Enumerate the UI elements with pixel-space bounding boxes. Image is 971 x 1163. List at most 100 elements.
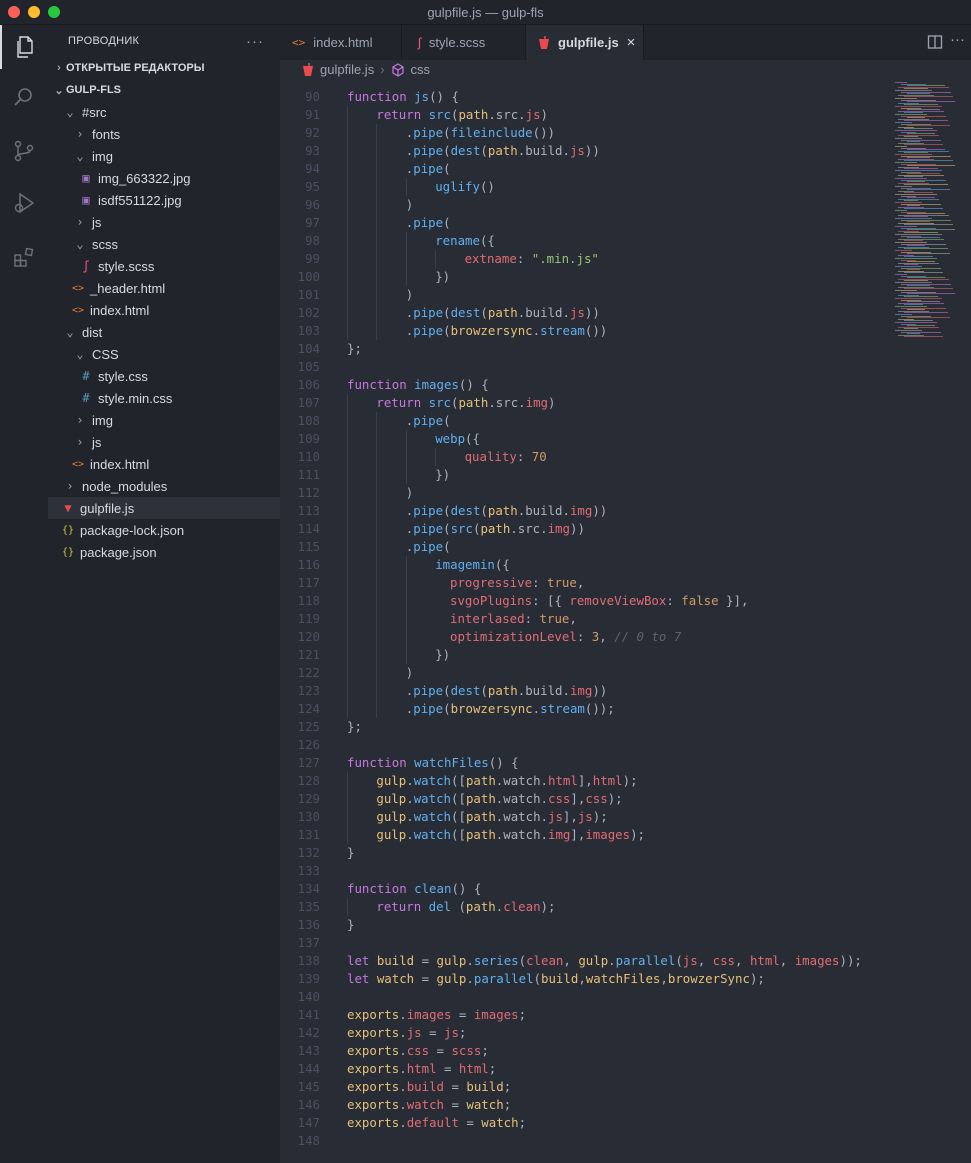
code-line[interactable]: 113 .pipe(dest(path.build.img)) [280,502,891,520]
code-line[interactable]: 120 optimizationLevel: 3, // 0 to 7 [280,628,891,646]
code-line[interactable]: 93 .pipe(dest(path.build.js)) [280,142,891,160]
code-line[interactable]: 143 exports.css = scss; [280,1042,891,1060]
tree-file[interactable]: <> index.html [48,453,280,475]
code-line[interactable]: 102 .pipe(dest(path.build.js)) [280,304,891,322]
code-line[interactable]: 91 return src(path.src.js) [280,106,891,124]
code-line[interactable]: 97 .pipe( [280,214,891,232]
code-line[interactable]: 138 let build = gulp.series(clean, gulp.p… [280,952,891,970]
tree-file[interactable]: {} package.json [48,541,280,563]
code-line[interactable]: 119 interlased: true, [280,610,891,628]
code-line[interactable]: 125}; [280,718,891,736]
code-line[interactable]: 136} [280,916,891,934]
code-line[interactable]: 99 extname: ".min.js" [280,250,891,268]
code-token: = [414,953,437,968]
more-actions-icon[interactable]: ··· [950,31,965,48]
code-line[interactable]: 96) [280,196,891,214]
tree-folder[interactable]: › node_modules [48,475,280,497]
code-line[interactable]: 95 uglify() [280,178,891,196]
code-line[interactable]: 118 svgoPlugins: [{ removeViewBox: false … [280,592,891,610]
code-line[interactable]: 94 .pipe( [280,160,891,178]
code-line[interactable]: 133 [280,862,891,880]
code-line[interactable]: 131 gulp.watch([path.watch.img],images); [280,826,891,844]
tree-file[interactable]: <> index.html [48,299,280,321]
search-icon[interactable] [0,75,48,119]
tab-gulpfile-js[interactable]: gulpfile.js × [526,25,644,60]
code-line[interactable]: 123 .pipe(dest(path.build.img)) [280,682,891,700]
code-line[interactable]: 126 [280,736,891,754]
tree-folder[interactable]: › img [48,409,280,431]
breadcrumb-symbol[interactable]: css [411,62,431,77]
code-line[interactable]: 105 [280,358,891,376]
tree-folder[interactable]: ⌄ #src [48,101,280,123]
code-line[interactable]: 115 .pipe( [280,538,891,556]
code-line[interactable]: 135 return del (path.clean); [280,898,891,916]
explorer-icon[interactable] [0,25,50,69]
project-section[interactable]: ⌄ GULP-FLS [48,79,280,101]
code-line[interactable]: 147 exports.default = watch; [280,1114,891,1132]
code-line[interactable]: 108 .pipe( [280,412,891,430]
code-line[interactable]: 101) [280,286,891,304]
tab-style-scss[interactable]: ʃ style.scss [402,25,526,60]
tree-file[interactable]: ▣ isdf551122.jpg [48,189,280,211]
code-line[interactable]: 104}; [280,340,891,358]
code-line[interactable]: 144 exports.html = html; [280,1060,891,1078]
code-line[interactable]: 134 function clean() { [280,880,891,898]
code-line[interactable]: 124 .pipe(browzersync.stream()); [280,700,891,718]
code-line[interactable]: 114 .pipe(src(path.src.img)) [280,520,891,538]
source-control-icon[interactable] [0,129,48,173]
extensions-icon[interactable] [0,235,48,279]
code-line[interactable]: 110 quality: 70 [280,448,891,466]
code-line[interactable]: 127 function watchFiles() { [280,754,891,772]
open-editors-section[interactable]: › ОТКРЫТЫЕ РЕДАКТОРЫ [48,57,280,79]
tree-file[interactable]: ▼ gulpfile.js [48,497,280,519]
code-line[interactable]: 106 function images() { [280,376,891,394]
tree-file[interactable]: {} package-lock.json [48,519,280,541]
code-line[interactable]: 132} [280,844,891,862]
tree-folder[interactable]: › js [48,211,280,233]
breadcrumb-file[interactable]: gulpfile.js [320,62,374,77]
code-line[interactable]: 92 .pipe(fileinclude()) [280,124,891,142]
tree-folder[interactable]: › fonts [48,123,280,145]
code-line[interactable]: 137 [280,934,891,952]
tree-file[interactable]: # style.min.css [48,387,280,409]
code-line[interactable]: 112) [280,484,891,502]
split-editor-icon[interactable] [927,34,943,55]
code-line[interactable]: 139 let watch = gulp.parallel(build,watch… [280,970,891,988]
code-line[interactable]: 109 webp({ [280,430,891,448]
code-line[interactable]: 145 exports.build = build; [280,1078,891,1096]
tree-folder[interactable]: ⌄ img [48,145,280,167]
close-tab-icon[interactable]: × [627,34,636,51]
code-line[interactable]: 121}) [280,646,891,664]
code-line[interactable]: 128 gulp.watch([path.watch.html],html); [280,772,891,790]
code-line[interactable]: 111}) [280,466,891,484]
tree-file[interactable]: <> _header.html [48,277,280,299]
code-editor[interactable]: 90 function js() {91 return src(path.src.j… [280,79,891,1163]
tree-file[interactable]: ▣ img_663322.jpg [48,167,280,189]
code-line[interactable]: 122) [280,664,891,682]
code-line[interactable]: 103 .pipe(browzersync.stream()) [280,322,891,340]
tree-file[interactable]: ʃ style.scss [48,255,280,277]
code-line[interactable]: 141 exports.images = images; [280,1006,891,1024]
tree-folder[interactable]: ⌄ scss [48,233,280,255]
tab-index-html[interactable]: <> index.html [280,25,402,60]
tree-file[interactable]: # style.css [48,365,280,387]
code-line[interactable]: 117 progressive: true, [280,574,891,592]
code-line[interactable]: 90 function js() { [280,88,891,106]
indent-guide [376,592,378,610]
code-line[interactable]: 107 return src(path.src.img) [280,394,891,412]
code-line[interactable]: 140 [280,988,891,1006]
code-line[interactable]: 116 imagemin({ [280,556,891,574]
code-line[interactable]: 130 gulp.watch([path.watch.js],js); [280,808,891,826]
code-line[interactable]: 100}) [280,268,891,286]
code-line[interactable]: 98 rename({ [280,232,891,250]
code-line[interactable]: 148 [280,1132,891,1150]
code-line[interactable]: 146 exports.watch = watch; [280,1096,891,1114]
code-line[interactable]: 129 gulp.watch([path.watch.css],css); [280,790,891,808]
tree-folder[interactable]: ⌄ dist [48,321,280,343]
code-line[interactable]: 142 exports.js = js; [280,1024,891,1042]
run-debug-icon[interactable] [0,181,48,225]
minimap[interactable] [891,60,971,1163]
tree-folder[interactable]: › js [48,431,280,453]
tree-folder[interactable]: ⌄ CSS [48,343,280,365]
more-actions-icon[interactable]: ··· [246,33,264,50]
